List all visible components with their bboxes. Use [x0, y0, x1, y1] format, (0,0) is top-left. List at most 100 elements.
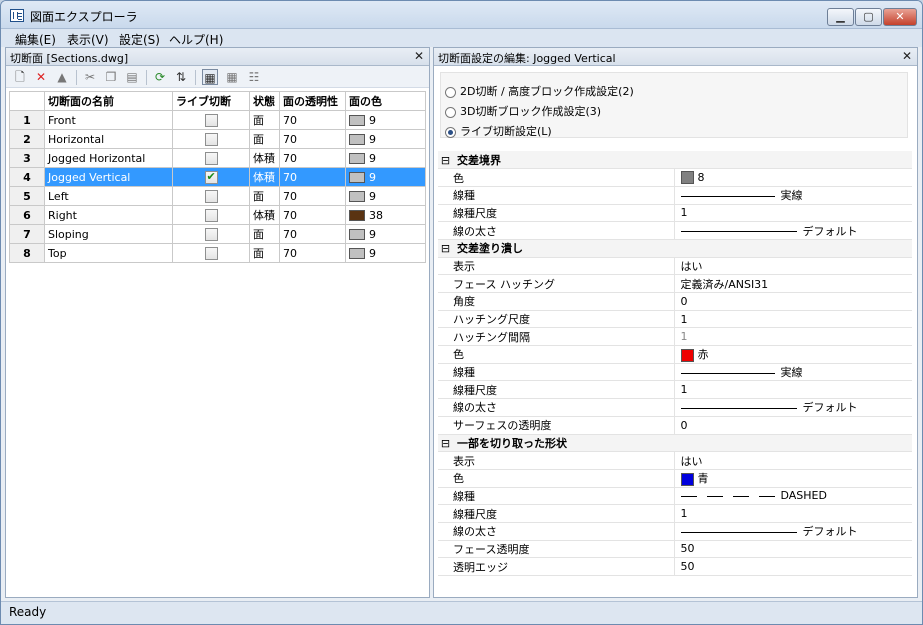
property-row[interactable]: サーフェスの透明度 0: [438, 416, 912, 435]
sync-icon[interactable]: ⇅: [173, 69, 189, 85]
property-value[interactable]: 実線: [673, 186, 912, 205]
column-header-face-color[interactable]: 面の色: [345, 91, 426, 111]
cut-icon[interactable]: ✂: [82, 69, 98, 85]
property-row[interactable]: 線種尺度 1: [438, 204, 912, 223]
settings-pane-close-icon[interactable]: ✕: [902, 49, 912, 63]
category-cell[interactable]: ⊟ 一部を切り取った形状: [438, 434, 912, 453]
pin-icon[interactable]: ▲: [54, 69, 70, 85]
sections-pane-close-icon[interactable]: ✕: [414, 49, 424, 63]
live-section-cell[interactable]: [172, 110, 250, 130]
column-header-state[interactable]: 状態: [249, 91, 280, 111]
transparency-cell[interactable]: 70: [279, 167, 346, 187]
collapse-icon[interactable]: ⊟: [440, 437, 451, 450]
face-color-cell[interactable]: 9: [345, 243, 426, 263]
collapse-icon[interactable]: ⊟: [440, 242, 451, 255]
property-row[interactable]: 線の太さ デフォルト: [438, 221, 912, 240]
live-section-checkbox[interactable]: [204, 151, 218, 165]
live-section-cell[interactable]: [172, 167, 250, 187]
property-row[interactable]: 角度 0: [438, 292, 912, 311]
face-color-cell[interactable]: 9: [345, 148, 426, 168]
radio-2d-section[interactable]: 2D切断 / 高度ブロック作成設定(2): [445, 83, 634, 99]
table-row[interactable]: 1 Front 面 70 9: [9, 110, 426, 130]
menu-view[interactable]: 表示(V): [67, 31, 109, 48]
property-row[interactable]: 線種 DASHED: [438, 487, 912, 506]
transparency-cell[interactable]: 70: [279, 224, 346, 244]
paste-icon[interactable]: ▤: [124, 69, 140, 85]
transparency-cell[interactable]: 70: [279, 148, 346, 168]
column-header-live[interactable]: ライブ切断: [172, 91, 250, 111]
face-color-cell[interactable]: 9: [345, 186, 426, 206]
live-section-checkbox[interactable]: [204, 208, 218, 222]
table-row[interactable]: 3 Jogged Horizontal 体積 70 9: [9, 148, 426, 168]
table-row[interactable]: 8 Top 面 70 9: [9, 243, 426, 263]
property-row[interactable]: 色8: [438, 168, 912, 187]
state-cell[interactable]: 体積: [249, 205, 280, 225]
property-row[interactable]: 線種 実線: [438, 363, 912, 382]
table-row[interactable]: 6 Right 体積 70 38: [9, 205, 426, 225]
property-row[interactable]: 色青: [438, 469, 912, 488]
section-name-cell[interactable]: Top: [44, 243, 173, 263]
refresh-icon[interactable]: ⟳: [152, 69, 168, 85]
state-cell[interactable]: 面: [249, 186, 280, 206]
section-name-cell[interactable]: Right: [44, 205, 173, 225]
collapse-icon[interactable]: ⊟: [440, 154, 451, 167]
delete-icon[interactable]: ✕: [33, 69, 49, 85]
minimize-button[interactable]: ▁: [827, 8, 854, 26]
live-section-checkbox[interactable]: [204, 132, 218, 146]
detail-view-icon[interactable]: ☷: [246, 69, 262, 85]
property-value[interactable]: 50: [673, 557, 912, 576]
live-section-checkbox[interactable]: [204, 227, 218, 241]
live-section-cell[interactable]: [172, 243, 250, 263]
property-value[interactable]: 0: [673, 292, 912, 311]
state-cell[interactable]: 面: [249, 110, 280, 130]
column-header-name[interactable]: 切断面の名前: [44, 91, 173, 111]
live-section-cell[interactable]: [172, 148, 250, 168]
state-cell[interactable]: 面: [249, 129, 280, 149]
section-name-cell[interactable]: Front: [44, 110, 173, 130]
maximize-button[interactable]: ▢: [855, 8, 882, 26]
property-value[interactable]: デフォルト: [673, 398, 912, 417]
live-section-cell[interactable]: [172, 129, 250, 149]
column-header-transparency[interactable]: 面の透明性: [279, 91, 346, 111]
state-cell[interactable]: 面: [249, 243, 280, 263]
property-value[interactable]: DASHED: [673, 487, 912, 506]
live-section-checkbox[interactable]: [204, 246, 218, 260]
grid-view-icon[interactable]: ▦: [224, 69, 240, 85]
list-view-icon[interactable]: ▦: [202, 69, 218, 85]
property-row[interactable]: 線の太さ デフォルト: [438, 398, 912, 417]
property-row[interactable]: 線の太さ デフォルト: [438, 522, 912, 541]
property-category[interactable]: ⊟ 交差境界: [438, 151, 912, 170]
property-value[interactable]: 8: [673, 168, 912, 187]
category-cell[interactable]: ⊟ 交差塗り潰し: [438, 239, 912, 258]
property-row[interactable]: 透明エッジ 50: [438, 557, 912, 576]
menu-help[interactable]: ヘルプ(H): [169, 31, 223, 48]
table-row[interactable]: 4Jogged Vertical 体積70 9: [9, 167, 426, 187]
property-value[interactable]: 0: [673, 416, 912, 435]
copy-icon[interactable]: ❐: [103, 69, 119, 85]
section-name-cell[interactable]: Jogged Horizontal: [44, 148, 173, 168]
transparency-cell[interactable]: 70: [279, 186, 346, 206]
menu-settings[interactable]: 設定(S): [119, 31, 160, 48]
property-value[interactable]: デフォルト: [673, 522, 912, 541]
property-value[interactable]: 1: [673, 327, 912, 347]
face-color-cell[interactable]: 9: [345, 167, 426, 187]
property-value[interactable]: はい: [673, 451, 912, 470]
property-row[interactable]: フェース ハッチング 定義済み/ANSI31: [438, 274, 912, 293]
property-value[interactable]: 青: [673, 469, 912, 488]
section-name-cell[interactable]: Jogged Vertical: [44, 167, 173, 187]
live-section-checkbox[interactable]: [204, 170, 218, 184]
transparency-cell[interactable]: 70: [279, 129, 346, 149]
property-value[interactable]: 定義済み/ANSI31: [673, 274, 912, 293]
property-value[interactable]: デフォルト: [673, 221, 912, 240]
property-row[interactable]: フェース透明度 50: [438, 540, 912, 559]
category-cell[interactable]: ⊟ 交差境界: [438, 151, 912, 170]
property-value[interactable]: 赤: [673, 345, 912, 364]
property-row[interactable]: 表示 はい: [438, 257, 912, 276]
radio-live-section[interactable]: ライブ切断設定(L): [445, 123, 552, 139]
property-row[interactable]: 表示 はい: [438, 451, 912, 470]
new-section-icon[interactable]: 🗋: [12, 69, 28, 85]
state-cell[interactable]: 体積: [249, 148, 280, 168]
live-section-checkbox[interactable]: [204, 113, 218, 127]
live-section-cell[interactable]: [172, 205, 250, 225]
table-row[interactable]: 7 Sloping 面 70 9: [9, 224, 426, 244]
